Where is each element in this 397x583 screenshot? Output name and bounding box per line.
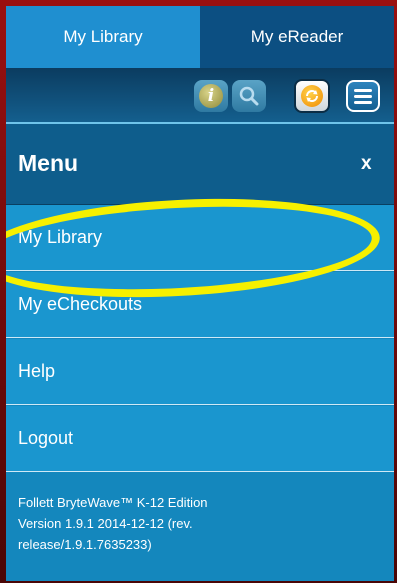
version-line: Version 1.9.1 2014-12-12 (rev. [18, 516, 193, 531]
version-line: release/1.9.1.7635233) [18, 537, 152, 552]
menu-icon [354, 86, 372, 107]
search-button[interactable] [232, 80, 266, 112]
menu-item-my-echeckouts[interactable]: My eCheckouts [6, 272, 394, 338]
top-tab-bar: My Library My eReader [6, 6, 394, 68]
menu-button[interactable] [346, 80, 380, 112]
app-screen: My Library My eReader i Menu x My Librar… [6, 6, 394, 581]
toolbar: i [6, 68, 394, 122]
menu-item-my-library[interactable]: My Library [6, 205, 394, 271]
menu-item-logout[interactable]: Logout [6, 406, 394, 472]
menu-header: Menu x [6, 122, 394, 205]
tab-my-ereader[interactable]: My eReader [200, 6, 394, 68]
version-line: Follett BryteWave™ K-12 Edition [18, 495, 208, 510]
menu-title: Menu [18, 150, 79, 176]
tab-my-library[interactable]: My Library [6, 6, 200, 68]
sync-icon [301, 85, 323, 107]
version-info: Follett BryteWave™ K-12 Edition Version … [18, 492, 318, 555]
menu-close-button[interactable]: x [361, 153, 372, 175]
info-button[interactable]: i [194, 80, 228, 112]
menu-item-help[interactable]: Help [6, 339, 394, 405]
search-icon [239, 86, 259, 106]
sync-button[interactable] [294, 79, 330, 113]
info-icon: i [199, 84, 223, 108]
side-menu: Menu x My Library My eCheckouts Help Log… [6, 122, 394, 581]
